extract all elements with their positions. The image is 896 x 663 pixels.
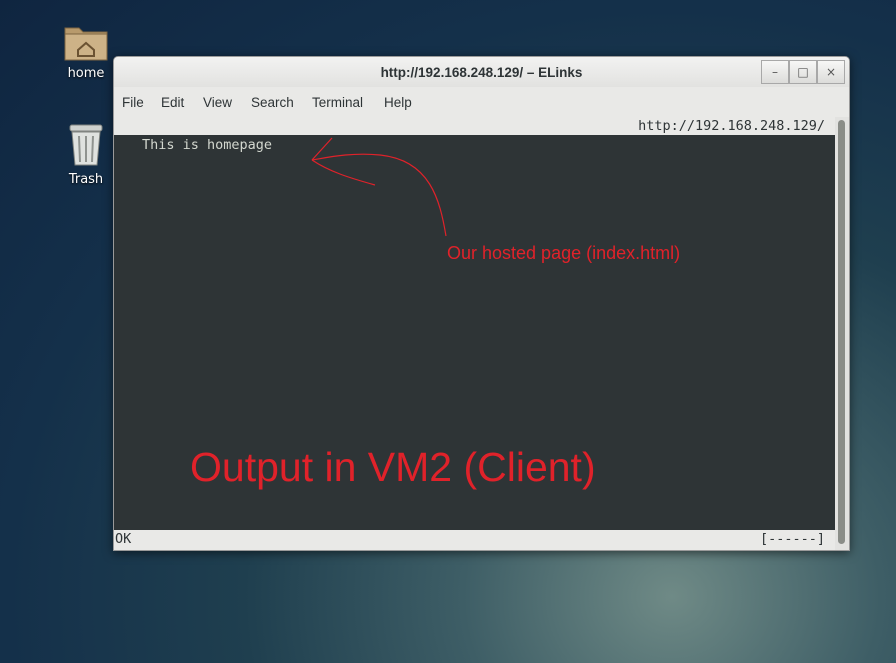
annotation-arrow [311,137,447,237]
annotation-note: Our hosted page (index.html) [447,243,681,263]
annotation-caption: Output in VM2 (Client) [190,444,596,490]
